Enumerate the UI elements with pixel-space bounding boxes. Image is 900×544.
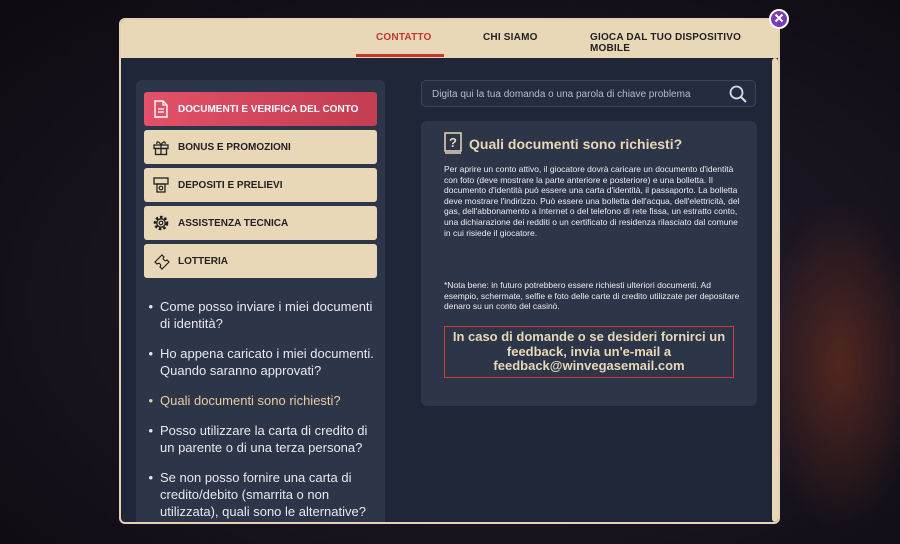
category-assistenza[interactable]: ASSISTENZA TECNICA [144, 206, 377, 240]
document-icon [144, 100, 178, 118]
faq-item[interactable]: • Come posso inviare i miei documenti di … [136, 298, 385, 332]
faq-item-text: Quali documenti sono richiesti? [160, 393, 341, 408]
answer-title: Quali documenti sono richiesti? [469, 136, 683, 152]
feedback-contact-box: In caso di domande o se desideri fornirc… [444, 326, 734, 378]
faq-item-text: Ho appena caricato i miei documenti. Qua… [160, 346, 374, 378]
category-bonus[interactable]: BONUS E PROMOZIONI [144, 130, 377, 164]
category-label: LOTTERIA [178, 255, 228, 267]
category-label: ASSISTENZA TECNICA [178, 217, 289, 229]
background-glow [760, 200, 900, 530]
faq-item-text: Se non posso fornire una carta di credit… [160, 470, 366, 519]
answer-body: Per aprire un conto attivo, il giocatore… [444, 164, 740, 238]
faq-item[interactable]: • Se non posso fornire una carta di credi… [136, 469, 385, 520]
gear-icon [144, 214, 178, 232]
faq-item-text: Come posso inviare i miei documenti di i… [160, 299, 373, 331]
search-input[interactable] [430, 85, 724, 104]
category-documenti[interactable]: DOCUMENTI E VERIFICA DEL CONTO [144, 92, 377, 126]
tab-contatto[interactable]: CONTATTO [376, 32, 431, 43]
ticket-icon [144, 252, 178, 270]
help-modal: CONTATTO CHI SIAMO GIOCA DAL TUO DISPOSI… [119, 18, 780, 524]
tab-bar: CONTATTO CHI SIAMO GIOCA DAL TUO DISPOSI… [121, 20, 778, 58]
search-icon[interactable] [728, 84, 748, 109]
question-document-icon: ? [444, 132, 462, 159]
category-label: DOCUMENTI E VERIFICA DEL CONTO [178, 103, 359, 115]
category-lotteria[interactable]: LOTTERIA [144, 244, 377, 278]
tab-chi-siamo[interactable]: CHI SIAMO [483, 32, 538, 43]
scrollbar[interactable] [772, 58, 778, 522]
faq-item-selected[interactable]: • Quali documenti sono richiesti? [136, 392, 385, 409]
scrollbar-thumb[interactable] [772, 58, 778, 522]
close-button[interactable] [769, 9, 789, 29]
answer-note: *Nota bene: in futuro potrebbero essere … [444, 280, 740, 312]
faq-item[interactable]: • Posso utilizzare la carta di credito di… [136, 422, 385, 456]
category-depositi[interactable]: DEPOSITI E PRELIEVI [144, 168, 377, 202]
category-label: BONUS E PROMOZIONI [178, 141, 291, 153]
faq-item[interactable]: • Ho appena caricato i miei documenti. Qu… [136, 345, 385, 379]
atm-icon [144, 176, 178, 194]
faq-item-text: Posso utilizzare la carta di credito di … [160, 423, 368, 455]
gift-icon [144, 138, 178, 156]
answer-card: ? Quali documenti sono richiesti? Per ap… [421, 121, 757, 406]
faq-list: • Come posso inviare i miei documenti di … [136, 298, 385, 522]
tab-mobile[interactable]: GIOCA DAL TUO DISPOSITIVO MOBILE [590, 32, 778, 54]
close-icon [774, 10, 784, 28]
category-label: DEPOSITI E PRELIEVI [178, 179, 283, 191]
active-tab-indicator [356, 54, 444, 57]
category-sidebar: DOCUMENTI E VERIFICA DEL CONTO BONUS E P… [136, 80, 385, 522]
search-bar [421, 80, 756, 107]
svg-text:?: ? [449, 135, 457, 150]
